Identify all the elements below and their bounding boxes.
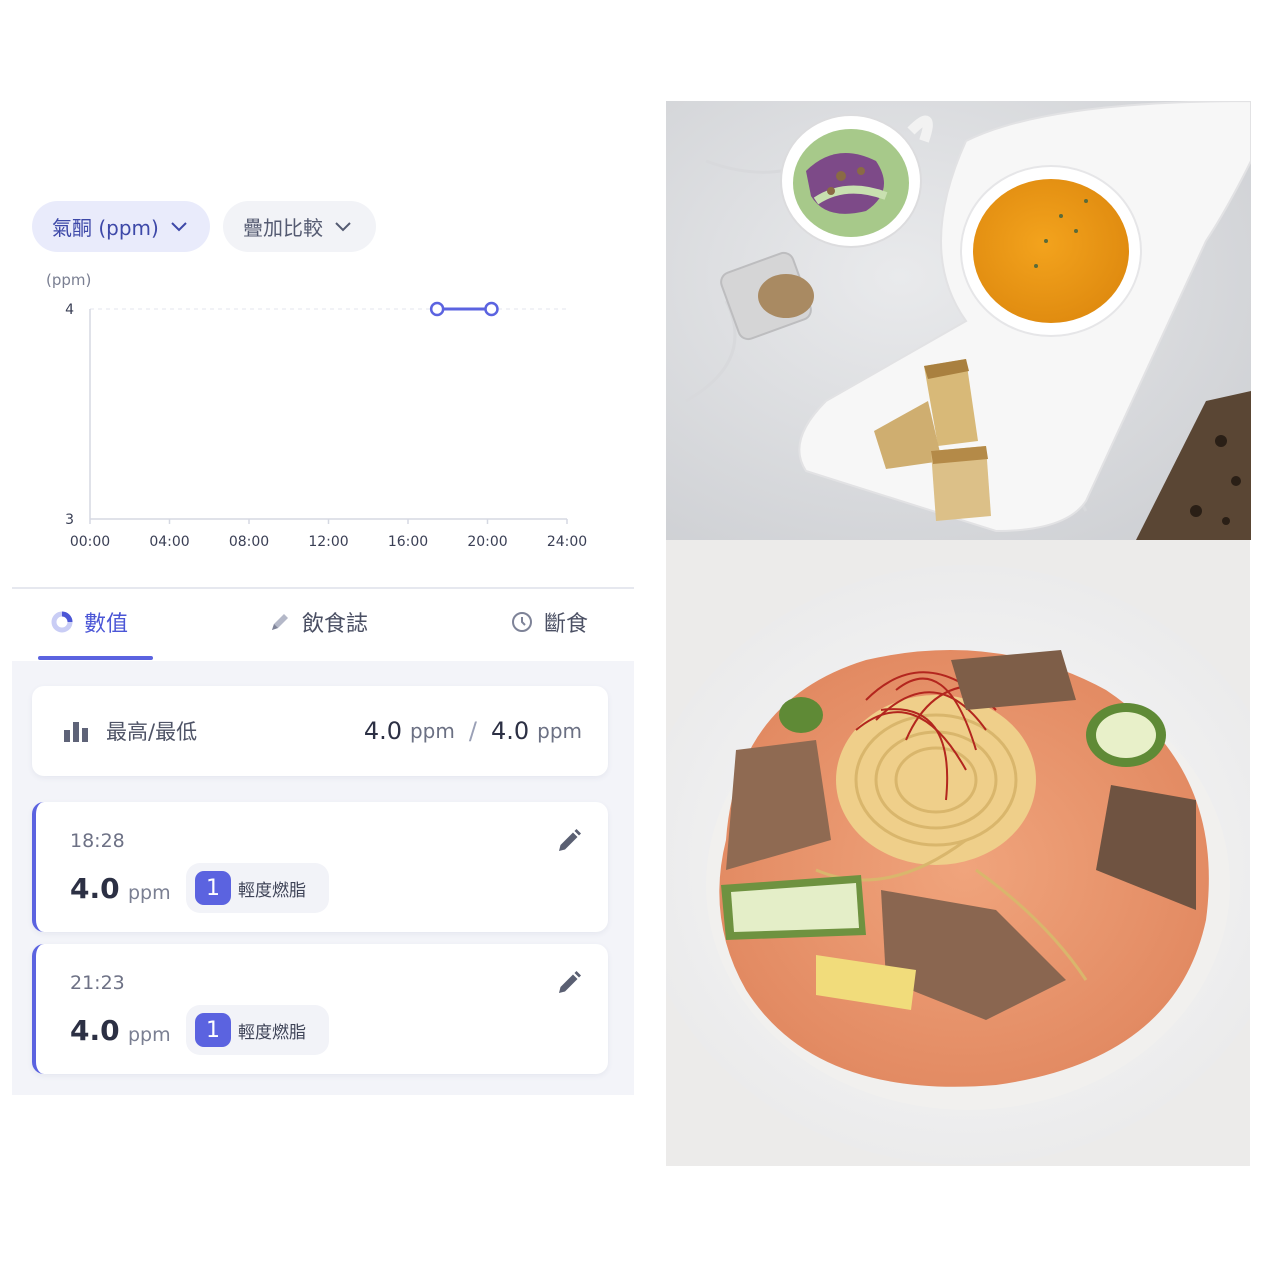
tab-values[interactable]: 數值 <box>50 604 128 640</box>
y-unit-label: (ppm) <box>46 271 91 289</box>
section-divider <box>12 587 634 589</box>
min-value: 4.0 <box>490 717 530 745</box>
reading-value: 4.0 <box>70 872 120 905</box>
metric-dropdown[interactable]: 氣酮 (ppm) <box>32 201 210 252</box>
reading-value: 4.0 <box>70 1014 120 1047</box>
reading-entry[interactable]: 18:28 4.0 ppm 1 輕度燃脂 <box>32 802 608 932</box>
chevron-down-icon <box>171 221 187 231</box>
x-tick-label: 16:00 <box>388 534 428 550</box>
pasta-illustration <box>666 540 1250 1166</box>
metric-dropdown-label: 氣酮 (ppm) <box>52 216 159 240</box>
level-badge: 1 輕度燃脂 <box>186 863 329 913</box>
data-point <box>429 301 445 317</box>
compare-dropdown[interactable]: 疊加比較 <box>223 201 376 252</box>
compare-dropdown-label: 疊加比較 <box>243 216 323 240</box>
x-tick-label: 12:00 <box>308 534 348 550</box>
x-tick-label: 00:00 <box>70 534 110 550</box>
max-min-summary-card: 最高/最低 4.0 ppm / 4.0 ppm <box>32 686 608 776</box>
x-tick-label: 08:00 <box>229 534 269 550</box>
tab-fasting-label: 斷食 <box>544 612 589 637</box>
reading-entry[interactable]: 21:23 4.0 ppm 1 輕度燃脂 <box>32 944 608 1074</box>
reading-unit: ppm <box>128 1024 171 1046</box>
edit-pencil-icon[interactable] <box>556 970 582 996</box>
y-tick-label: 4 <box>65 302 74 318</box>
min-unit: ppm <box>537 719 582 743</box>
reading-time: 21:23 <box>70 972 125 994</box>
tab-diet-log[interactable]: 飲食誌 <box>268 604 368 640</box>
max-min-label: 最高/最低 <box>106 720 198 744</box>
x-tick-label: 24:00 <box>547 534 587 550</box>
ketone-series <box>429 301 499 317</box>
x-tick-label: 04:00 <box>149 534 189 550</box>
max-value: 4.0 <box>363 717 402 745</box>
x-tick-labels: 00:00 04:00 08:00 12:00 16:00 20:00 24:00 <box>70 519 587 550</box>
level-badge: 1 輕度燃脂 <box>186 1005 329 1055</box>
y-tick-labels: 43 <box>65 302 74 528</box>
tab-values-label: 數值 <box>84 612 129 637</box>
soup-set-illustration <box>666 101 1251 540</box>
level-label: 輕度燃脂 <box>238 1022 306 1043</box>
reading-unit: ppm <box>128 882 171 904</box>
max-unit: ppm <box>409 719 455 743</box>
readings-list: 最高/最低 4.0 ppm / 4.0 ppm 18:28 4.0 ppm 1 … <box>12 661 634 1095</box>
active-tab-indicator <box>38 656 153 660</box>
tab-diet-log-label: 飲食誌 <box>302 612 369 637</box>
max-min-separator: / <box>468 717 477 745</box>
tab-fasting[interactable]: 斷食 <box>510 604 588 640</box>
reading-time: 18:28 <box>70 830 125 852</box>
edit-pencil-icon[interactable] <box>556 828 582 854</box>
clock-icon <box>512 612 532 632</box>
pencil-icon <box>272 614 288 630</box>
ketone-panel: 氣酮 (ppm) 疊加比較 (ppm) 43 00:00 04:00 08:00 12… <box>12 0 634 1280</box>
meal-photo-soup-set <box>666 101 1251 540</box>
data-point <box>484 301 499 317</box>
level-number: 1 <box>195 871 231 905</box>
level-number: 1 <box>195 1013 231 1047</box>
x-tick-label: 20:00 <box>467 534 507 550</box>
bar-chart-icon <box>64 722 88 742</box>
meal-photo-pasta <box>666 540 1250 1166</box>
donut-icon <box>51 611 73 633</box>
chevron-down-icon <box>335 221 351 231</box>
y-tick-label: 3 <box>65 512 74 528</box>
ketone-line-chart: (ppm) 43 00:00 04:00 08:00 12:00 16:00 20:00 2… <box>46 271 587 550</box>
level-label: 輕度燃脂 <box>238 880 306 901</box>
